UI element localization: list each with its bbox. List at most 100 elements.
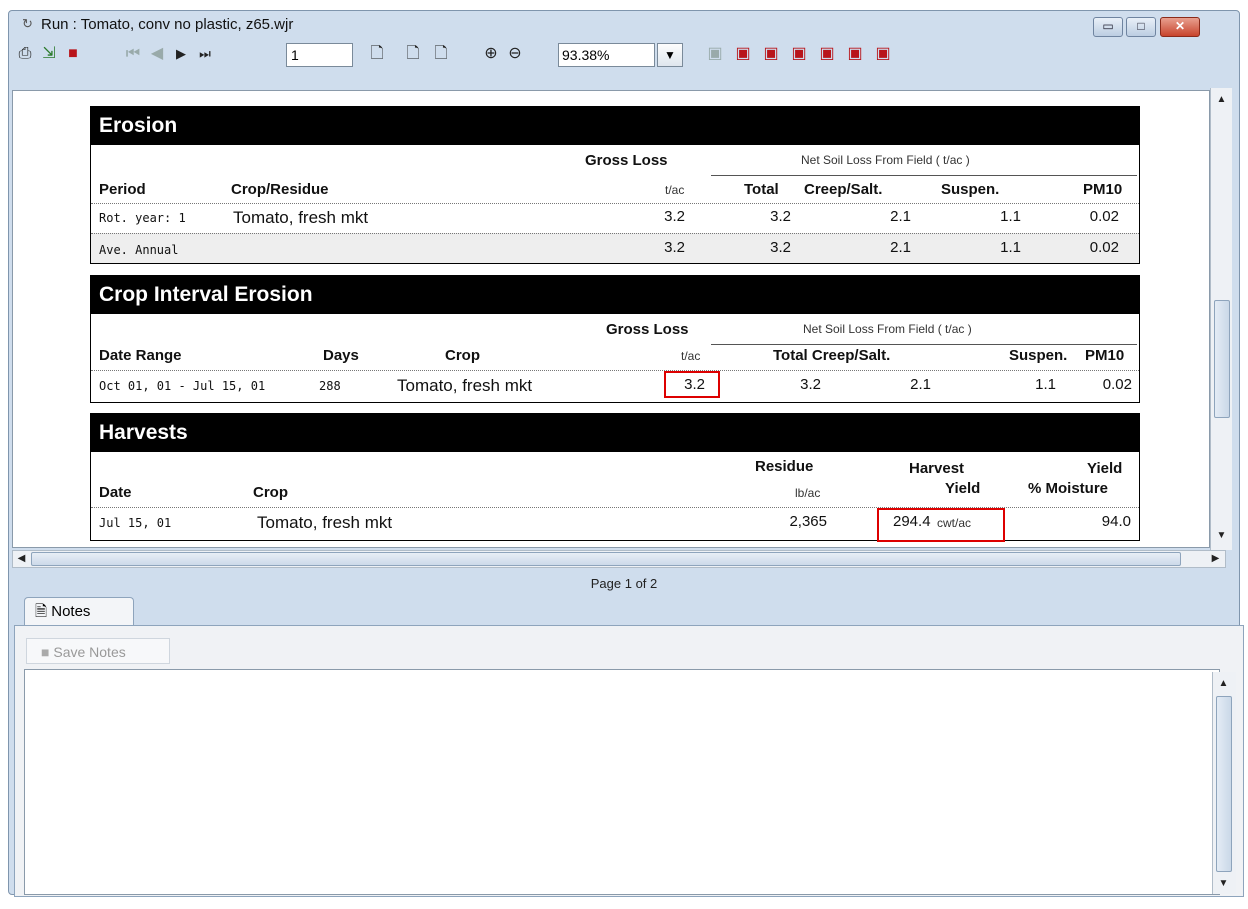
creep-cell: 2.1: [890, 239, 911, 256]
scroll-thumb[interactable]: [31, 552, 1181, 566]
section-title: Harvests: [91, 414, 1139, 452]
actual-size-icon[interactable]: 🗋: [365, 42, 389, 66]
highlight-box: [664, 371, 720, 398]
report-tool-icon[interactable]: ▣: [871, 42, 895, 66]
report-tool-icon[interactable]: ▣: [703, 42, 727, 66]
close-button[interactable]: ✕: [1160, 17, 1200, 37]
moisture-cell: 94.0: [1101, 513, 1131, 530]
creep-cell: 2.1: [910, 376, 931, 393]
save-notes-label: Save Notes: [53, 644, 126, 660]
save-icon: ■: [41, 644, 50, 660]
report-horizontal-scrollbar[interactable]: ◀ ▶: [12, 550, 1226, 568]
row-divider: [91, 203, 1139, 204]
residue-cell: 2,365: [789, 513, 827, 530]
unit-header: t/ac: [681, 349, 701, 363]
days-cell: 288: [319, 379, 341, 393]
crop-interval-section: Crop Interval Erosion Gross Loss Net Soi…: [90, 275, 1140, 403]
residue-header: Residue: [755, 458, 814, 475]
window-title: Run : Tomato, conv no plastic, z65.wjr: [41, 16, 294, 33]
total-cell: 3.2: [770, 239, 791, 256]
zoom-input[interactable]: 93.38%: [558, 43, 655, 67]
minimize-button[interactable]: ▭: [1093, 17, 1123, 37]
net-soil-loss-header: Net Soil Loss From Field ( t/ac ): [801, 153, 970, 167]
pm10-header: PM10: [1085, 347, 1125, 364]
maximize-button[interactable]: □: [1126, 17, 1156, 37]
date-range-header: Date Range: [99, 347, 182, 364]
print-icon[interactable]: ⎙: [13, 42, 37, 66]
suspen-cell: 1.1: [1000, 239, 1021, 256]
last-page-icon[interactable]: ⏭: [193, 42, 217, 66]
zoom-in-icon[interactable]: ⊕: [479, 42, 503, 66]
fit-page-icon[interactable]: 🗋: [401, 42, 425, 66]
crop-cell: Tomato, fresh mkt: [397, 376, 533, 395]
creep-header: Creep/Salt.: [804, 181, 883, 198]
report-vertical-scrollbar[interactable]: ▲ ▼: [1210, 88, 1232, 550]
header-rule: [711, 344, 1137, 345]
crop-residue-header: Crop/Residue: [231, 181, 329, 198]
total-header: Total: [744, 181, 779, 198]
period-cell: Ave. Annual: [99, 243, 179, 257]
first-page-icon[interactable]: ⏮: [121, 42, 145, 66]
pdf-icon[interactable]: ■: [61, 42, 85, 66]
scroll-right-icon[interactable]: ▶: [1207, 551, 1224, 567]
gross-loss-header: Gross Loss: [606, 321, 689, 338]
days-header: Days: [323, 347, 359, 364]
date-cell: Jul 15, 01: [99, 516, 172, 530]
report-tool-icon[interactable]: ▣: [731, 42, 755, 66]
harvest-header: Harvest: [909, 460, 965, 477]
next-page-icon[interactable]: ▶: [169, 42, 193, 66]
zoom-out-icon[interactable]: ⊖: [503, 42, 527, 66]
gross-cell: 3.2: [664, 208, 685, 225]
zoom-dropdown-icon[interactable]: ▼: [657, 43, 683, 67]
tab-notes[interactable]: 🗎 Notes: [24, 597, 134, 625]
scroll-down-icon[interactable]: ▼: [1215, 876, 1232, 892]
suspen-cell: 1.1: [1000, 208, 1021, 225]
scroll-down-icon[interactable]: ▼: [1213, 528, 1230, 544]
report-tool-icon[interactable]: ▣: [843, 42, 867, 66]
crop-header: Crop: [253, 484, 288, 501]
export-icon[interactable]: ⇲: [37, 42, 61, 66]
net-soil-loss-header: Net Soil Loss From Field ( t/ac ): [803, 322, 972, 336]
highlight-box: [877, 508, 1005, 542]
scroll-thumb[interactable]: [1214, 300, 1230, 418]
harvest-yield-header: Yield: [945, 480, 981, 497]
notes-vertical-scrollbar[interactable]: ▲ ▼: [1212, 672, 1236, 894]
total-creep-header: Total Creep/Salt.: [773, 347, 891, 364]
crop-cell: Tomato, fresh mkt: [257, 513, 393, 532]
gross-loss-header: Gross Loss: [585, 152, 668, 169]
crop-cell: Tomato, fresh mkt: [233, 208, 369, 227]
creep-cell: 2.1: [890, 208, 911, 225]
erosion-section: Erosion Gross Loss Net Soil Loss From Fi…: [90, 106, 1140, 264]
pm10-cell: 0.02: [1089, 239, 1119, 256]
pm10-header: PM10: [1083, 181, 1123, 198]
crop-header: Crop: [445, 347, 480, 364]
period-cell: Rot. year: 1: [99, 211, 186, 225]
notes-textarea[interactable]: [24, 669, 1220, 895]
residue-unit: lb/ac: [795, 486, 821, 500]
row-divider: [91, 370, 1139, 371]
report-tool-icon[interactable]: ▣: [815, 42, 839, 66]
suspen-header: Suspen.: [1009, 347, 1068, 364]
save-notes-button[interactable]: ■ Save Notes: [26, 638, 170, 664]
total-cell: 3.2: [770, 208, 791, 225]
scroll-left-icon[interactable]: ◀: [13, 551, 30, 567]
header-rule: [711, 175, 1137, 176]
suspen-header: Suspen.: [941, 181, 1000, 198]
date-header: Date: [99, 484, 132, 501]
report-tool-icon[interactable]: ▣: [759, 42, 783, 66]
scroll-up-icon[interactable]: ▲: [1213, 92, 1230, 108]
unit-header: t/ac: [665, 183, 685, 197]
suspen-cell: 1.1: [1035, 376, 1056, 393]
previous-page-icon[interactable]: ◀: [145, 42, 169, 66]
fit-width-icon[interactable]: 🗋: [429, 42, 453, 66]
page-number-input[interactable]: 1: [286, 43, 353, 67]
scroll-up-icon[interactable]: ▲: [1215, 676, 1232, 692]
yield-header: Yield: [1087, 460, 1123, 477]
notes-tab-label: Notes: [51, 603, 91, 620]
moisture-header: % Moisture: [1028, 480, 1109, 497]
gross-cell: 3.2: [664, 239, 685, 256]
title-bar[interactable]: ↻ Run : Tomato, conv no plastic, z65.wjr…: [9, 11, 1239, 39]
report-tool-icon[interactable]: ▣: [787, 42, 811, 66]
period-header: Period: [99, 181, 146, 198]
scroll-thumb[interactable]: [1216, 696, 1232, 872]
